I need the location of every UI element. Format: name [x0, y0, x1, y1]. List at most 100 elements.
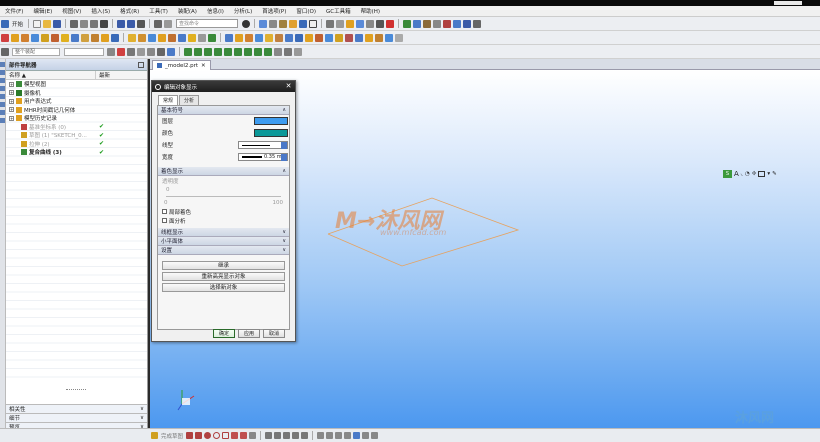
- alternate-solution-icon[interactable]: [362, 432, 370, 439]
- filter-combo[interactable]: 整个装配: [12, 47, 60, 56]
- snap-endpoint-icon[interactable]: [184, 47, 192, 56]
- menu-tools[interactable]: 工具(T): [144, 7, 173, 15]
- convert-reference-icon[interactable]: [353, 432, 361, 439]
- history-icon[interactable]: [0, 102, 5, 107]
- snap-midpoint-icon[interactable]: [194, 47, 202, 56]
- cancel-button[interactable]: 取消: [263, 329, 285, 338]
- select-bodies-icon[interactable]: [157, 47, 165, 56]
- tree-node[interactable]: + 模型视图: [6, 80, 147, 89]
- select-edges-icon[interactable]: [147, 47, 155, 56]
- mirror-icon[interactable]: [198, 33, 206, 42]
- new-file-icon[interactable]: [33, 19, 42, 28]
- face-icon[interactable]: [265, 33, 273, 42]
- snap-intersection-icon[interactable]: [214, 47, 222, 56]
- window-view-icon[interactable]: [758, 170, 766, 177]
- tree-node[interactable]: + 用户表达式: [6, 97, 147, 106]
- snap-angle-icon[interactable]: [284, 47, 292, 56]
- analysis-icon[interactable]: [386, 19, 395, 28]
- studio-surface-icon[interactable]: [355, 33, 363, 42]
- section-shaded-display[interactable]: 着色显示 ∧: [158, 167, 289, 176]
- menu-assembly[interactable]: 装配(A): [173, 7, 202, 15]
- snap-on-face-icon[interactable]: [264, 47, 272, 56]
- tree-node[interactable]: + 摄像机: [6, 89, 147, 98]
- bounded-plane-icon[interactable]: [365, 33, 373, 42]
- revolve-icon[interactable]: [21, 33, 29, 42]
- menu-icon[interactable]: [1, 47, 9, 56]
- expand-icon[interactable]: +: [9, 98, 14, 104]
- edit-display-icon[interactable]: [443, 19, 452, 28]
- point-sketch-icon[interactable]: [249, 432, 257, 439]
- paste-icon[interactable]: [90, 19, 99, 28]
- feature-icon[interactable]: [403, 19, 412, 28]
- menu-help[interactable]: 帮助(H): [356, 7, 385, 15]
- ruler-icon[interactable]: [453, 19, 462, 28]
- menu-analysis[interactable]: 分析(L): [229, 7, 257, 15]
- linetype-select[interactable]: [238, 141, 288, 149]
- render-style-icon[interactable]: [299, 19, 308, 28]
- panel-dependencies[interactable]: 相关性 ∨: [6, 404, 147, 413]
- select-components-icon[interactable]: [167, 47, 175, 56]
- snap-off-icon[interactable]: [294, 47, 302, 56]
- column-latest[interactable]: 最新: [96, 71, 110, 79]
- menu-file[interactable]: 文件(F): [0, 7, 28, 15]
- undo-icon[interactable]: [117, 19, 126, 28]
- sew-icon[interactable]: [375, 33, 383, 42]
- menu-view[interactable]: 视图(V): [57, 7, 86, 15]
- part-navigator-icon[interactable]: [0, 78, 5, 83]
- delete-icon[interactable]: [100, 19, 109, 28]
- web-browser-icon[interactable]: [0, 94, 5, 99]
- deselect-icon[interactable]: [117, 47, 125, 56]
- menu-preferences[interactable]: 首选项(P): [257, 7, 291, 15]
- face-analysis-checkbox[interactable]: 面分析: [158, 216, 289, 225]
- roles-icon[interactable]: [0, 118, 5, 123]
- polygon-icon[interactable]: [231, 432, 239, 439]
- move-object-icon[interactable]: [423, 19, 432, 28]
- expand-icon[interactable]: +: [9, 115, 14, 121]
- inherit-button[interactable]: 继承: [162, 261, 285, 270]
- select-features-icon[interactable]: [127, 47, 135, 56]
- background-icon[interactable]: [309, 19, 318, 28]
- replace-face-icon[interactable]: [275, 33, 283, 42]
- layer-color-swatch[interactable]: [254, 117, 288, 125]
- menu-gc-toolbox[interactable]: GC工具箱: [321, 7, 356, 15]
- tree-node[interactable]: 拉伸 (2) ✔: [6, 140, 147, 149]
- sketch-icon[interactable]: [1, 33, 9, 42]
- profile-icon[interactable]: [186, 432, 194, 439]
- expression-icon[interactable]: [413, 19, 422, 28]
- constraint-icon[interactable]: [326, 432, 334, 439]
- splitter-handle[interactable]: [66, 389, 86, 391]
- tab-general[interactable]: 常规: [158, 95, 179, 105]
- section-facet-body[interactable]: 小平面体 ∨: [158, 237, 289, 246]
- arc-icon[interactable]: [204, 432, 212, 439]
- close-icon[interactable]: ✕: [201, 63, 206, 69]
- measure-icon[interactable]: [366, 19, 375, 28]
- pad-icon[interactable]: [61, 33, 69, 42]
- tab-analysis[interactable]: 分析: [179, 95, 200, 105]
- snap-control-icon[interactable]: [204, 47, 212, 56]
- settings-wrench-icon[interactable]: ✎: [772, 171, 777, 177]
- save-icon[interactable]: [53, 19, 62, 28]
- subtract-icon[interactable]: [111, 33, 119, 42]
- make-corner-icon[interactable]: [301, 432, 309, 439]
- snap-point-icon[interactable]: ✢: [752, 171, 757, 177]
- snap-view-icon[interactable]: [376, 19, 385, 28]
- panel-details[interactable]: 细节 ∨: [6, 413, 147, 422]
- menu-window[interactable]: 窗口(O): [291, 7, 321, 15]
- width-select[interactable]: 0.35 mm: [238, 153, 288, 161]
- chamfer-icon[interactable]: [138, 33, 146, 42]
- rotate-icon[interactable]: [279, 19, 288, 28]
- system-materials-icon[interactable]: [0, 110, 5, 115]
- transparency-slider[interactable]: [166, 196, 281, 197]
- finish-sketch-icon[interactable]: [151, 432, 158, 439]
- assembly-navigator-icon[interactable]: [0, 62, 5, 67]
- color-swatch[interactable]: [254, 129, 288, 137]
- tree-node[interactable]: + MHR时间戳记几何体: [6, 106, 147, 115]
- through-curves-icon[interactable]: [335, 33, 343, 42]
- render-icon[interactable]: ◔: [745, 171, 750, 177]
- snap-existing-icon[interactable]: [244, 47, 252, 56]
- more-features-icon[interactable]: [395, 33, 403, 42]
- start-icon[interactable]: [1, 19, 9, 28]
- rotate-view-icon[interactable]: ◟: [741, 171, 743, 177]
- menu-insert[interactable]: 插入(S): [86, 7, 115, 15]
- delete-face-icon[interactable]: [295, 33, 303, 42]
